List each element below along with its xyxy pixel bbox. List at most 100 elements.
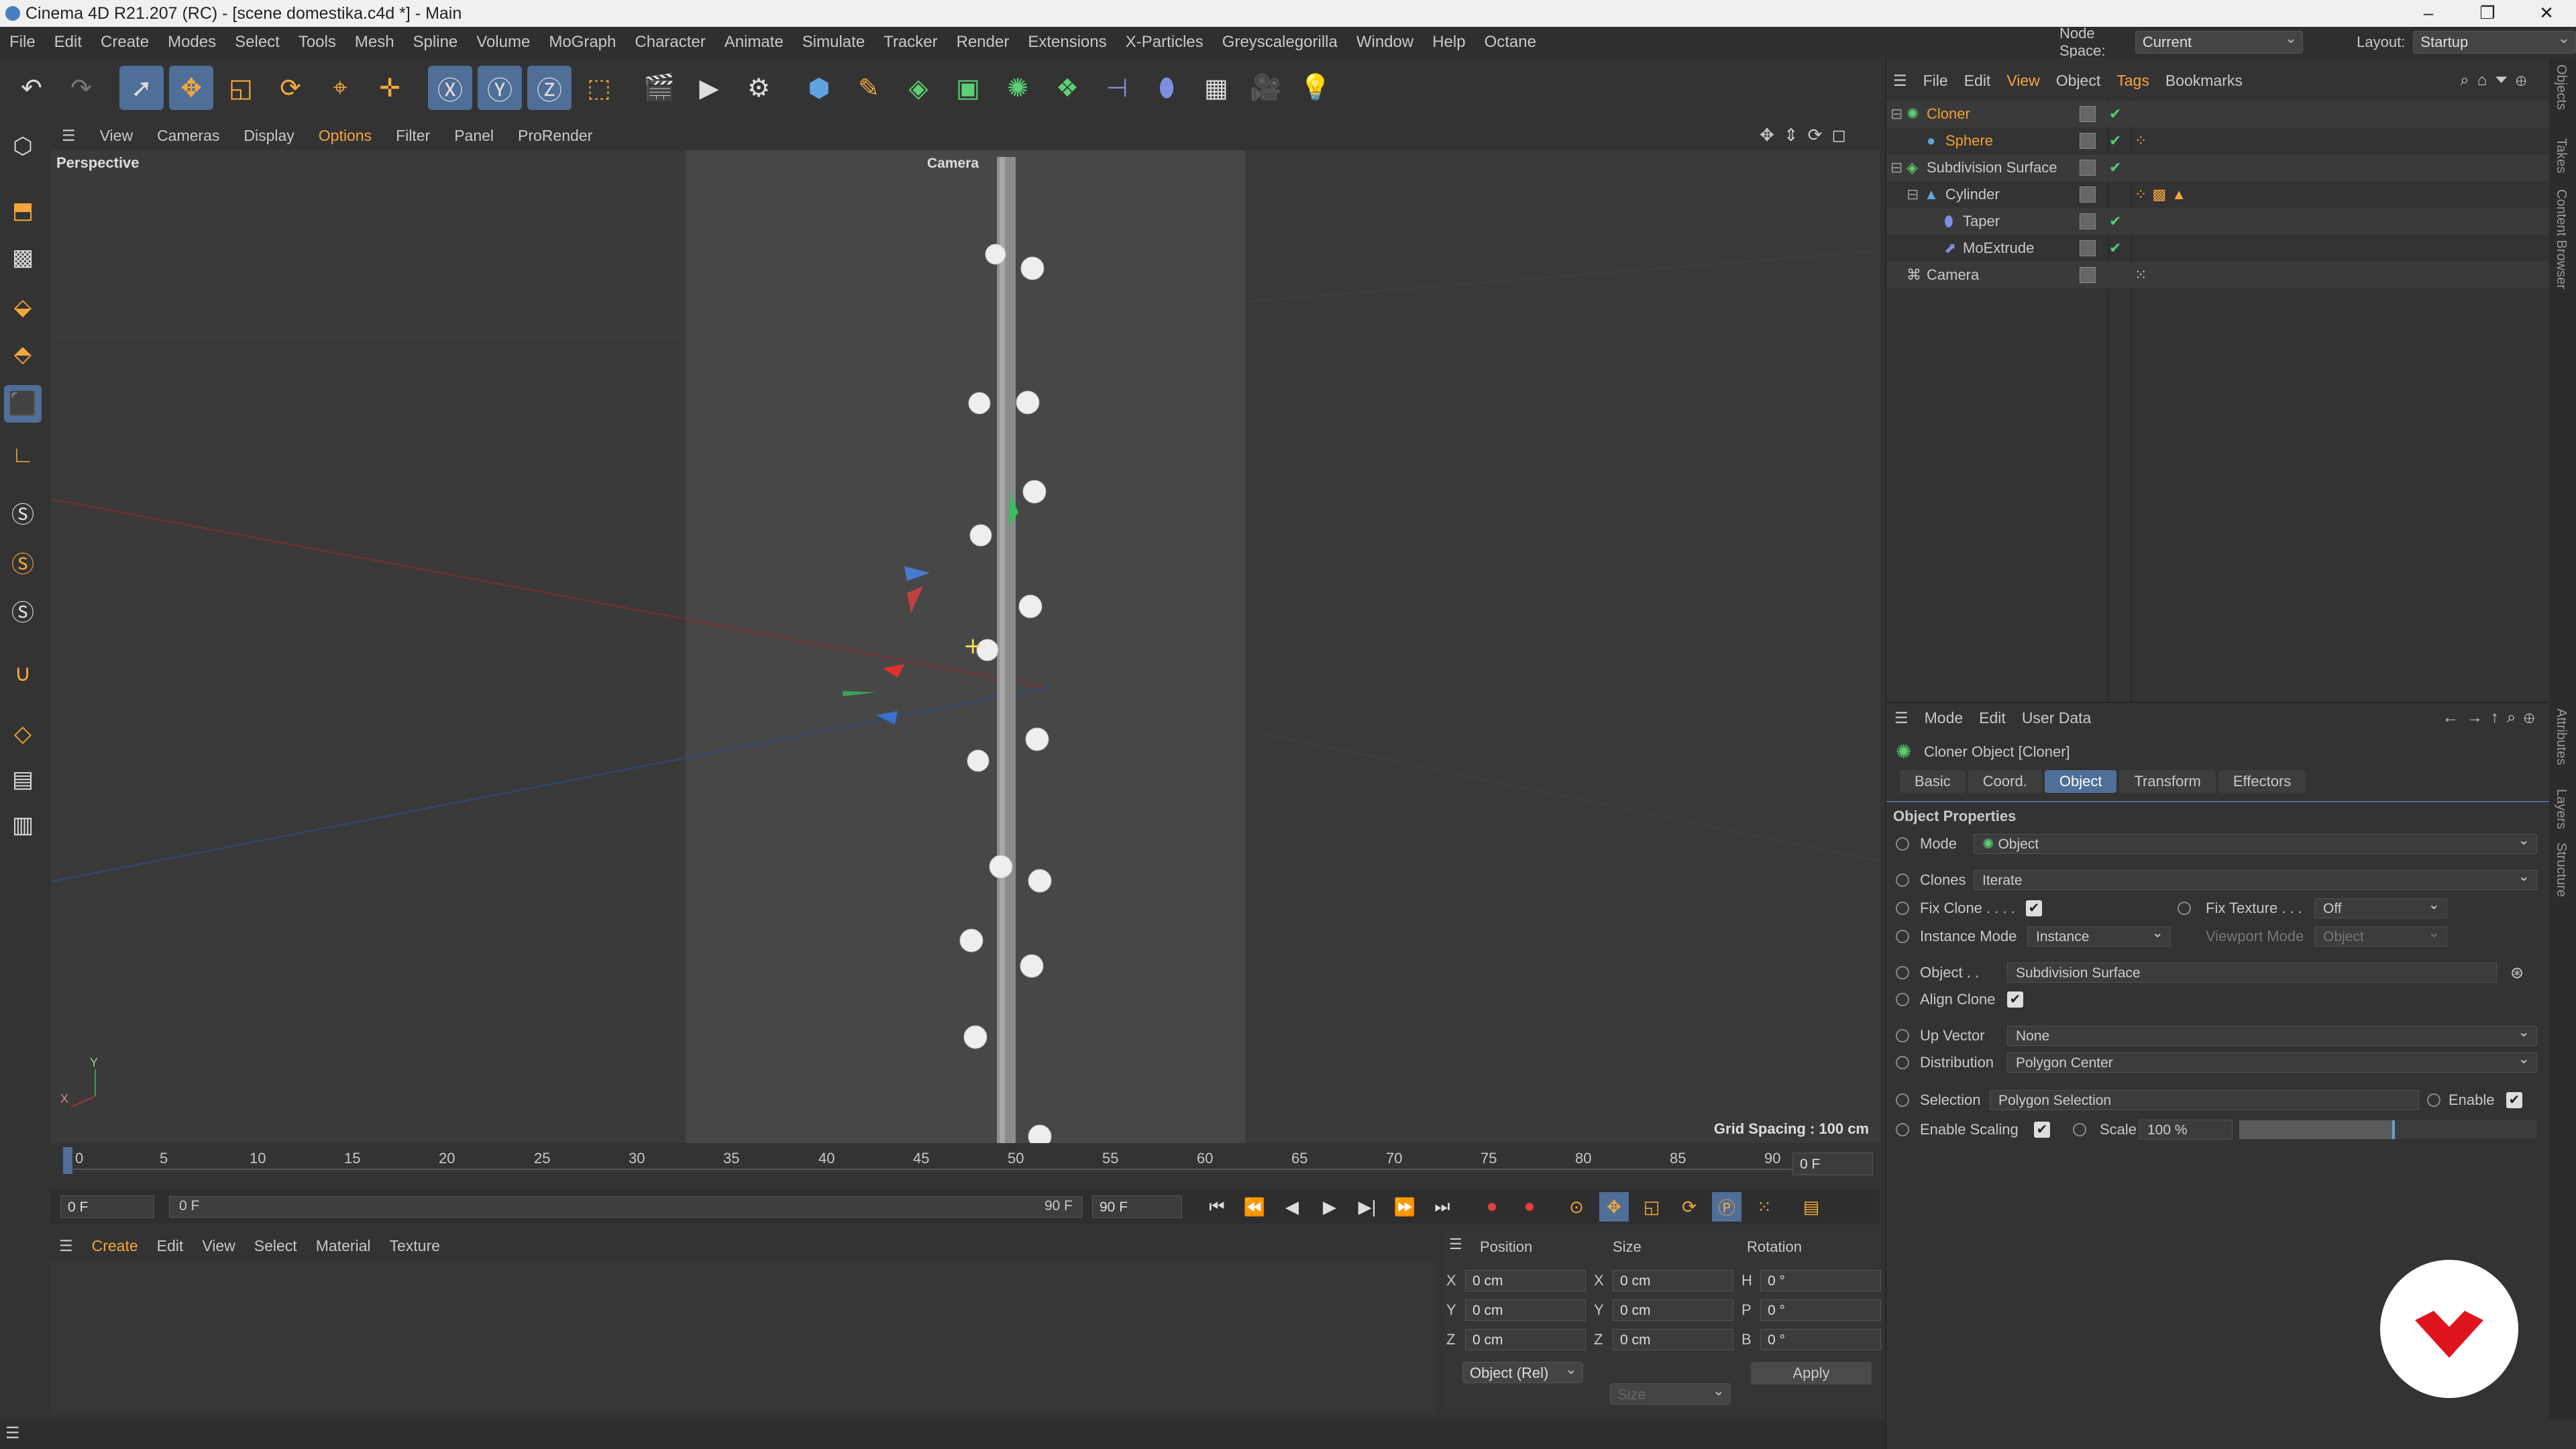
autokeying-icon[interactable]: ⏺ bbox=[1515, 1192, 1544, 1222]
viewport-menu-panel[interactable]: Panel bbox=[454, 127, 494, 145]
animate-radio-icon[interactable] bbox=[1896, 993, 1909, 1006]
rotation-key-icon[interactable]: ⟳ bbox=[1674, 1192, 1704, 1222]
timeline-ruler[interactable]: 0 5 10 15 20 25 30 35 40 45 50 55 60 65 … bbox=[51, 1143, 1880, 1190]
rotation-b-field[interactable]: 0 ° bbox=[1760, 1329, 1881, 1350]
viewport-menu-cameras[interactable]: Cameras bbox=[157, 127, 219, 145]
apply-button[interactable]: Apply bbox=[1751, 1362, 1872, 1385]
menu-volume[interactable]: Volume bbox=[476, 33, 530, 52]
phong-tag-icon[interactable]: ⁘ bbox=[2135, 132, 2147, 150]
hamburger-icon[interactable]: ☰ bbox=[62, 127, 76, 145]
layout-dropdown[interactable]: Startup bbox=[2413, 28, 2576, 54]
object-row[interactable]: ⊟ ▲ Cylinder ⁘▩▲ bbox=[1886, 181, 2549, 208]
minimize-button[interactable]: – bbox=[2399, 0, 2458, 27]
animate-radio-icon[interactable] bbox=[1896, 966, 1909, 979]
viewport-menu-filter[interactable]: Filter bbox=[396, 127, 430, 145]
animate-radio-icon[interactable] bbox=[2073, 1123, 2086, 1136]
tab-content-browser[interactable]: Content Browser bbox=[2553, 189, 2569, 289]
enabled-check-icon[interactable]: ✔ bbox=[2109, 105, 2121, 123]
editor-visibility-icon[interactable] bbox=[2080, 240, 2096, 256]
axis-mode-icon[interactable]: ∟ bbox=[4, 436, 42, 474]
menu-extensions[interactable]: Extensions bbox=[1028, 33, 1106, 52]
menu-modes[interactable]: Modes bbox=[168, 33, 216, 52]
position-z-field[interactable]: 0 cm bbox=[1465, 1329, 1586, 1350]
menu-help[interactable]: Help bbox=[1432, 33, 1465, 52]
object-row[interactable]: ● Sphere ✔ ⁘ bbox=[1886, 127, 2549, 154]
coordinate-system-icon[interactable]: ⬚ bbox=[577, 66, 621, 110]
transform-tool-icon[interactable]: ✛ bbox=[368, 66, 412, 110]
tab-layers[interactable]: Layers bbox=[2553, 789, 2569, 829]
pla-key-icon[interactable]: ⁙ bbox=[1750, 1192, 1779, 1222]
animate-radio-icon[interactable] bbox=[1896, 1029, 1909, 1042]
pick-target-icon[interactable]: ⊛ bbox=[2510, 963, 2524, 983]
floor-icon[interactable]: ▦ bbox=[1194, 66, 1238, 110]
menu-mesh[interactable]: Mesh bbox=[355, 33, 394, 52]
attr-menu-mode[interactable]: Mode bbox=[1925, 709, 1964, 727]
animate-radio-icon[interactable] bbox=[1896, 1056, 1909, 1069]
mat-menu-texture[interactable]: Texture bbox=[390, 1237, 440, 1255]
selection-field[interactable]: Polygon Selection bbox=[1990, 1090, 2419, 1110]
position-key-icon[interactable]: ✥ bbox=[1599, 1192, 1629, 1222]
om-menu-object[interactable]: Object bbox=[2056, 72, 2100, 90]
fix-clone-checkbox[interactable]: ✔ bbox=[2026, 900, 2042, 916]
snap-magnet-icon[interactable]: ∪ bbox=[4, 655, 42, 692]
om-toolbar-icons[interactable]: ⌕⌂⏷⊕ bbox=[2460, 71, 2534, 90]
mat-menu-material[interactable]: Material bbox=[316, 1237, 371, 1255]
tab-takes[interactable]: Takes bbox=[2553, 138, 2569, 173]
tab-transform[interactable]: Transform bbox=[2119, 770, 2216, 793]
om-menu-edit[interactable]: Edit bbox=[1964, 72, 1991, 90]
enable-scaling-checkbox[interactable]: ✔ bbox=[2034, 1122, 2050, 1138]
deformer-icon[interactable]: ⊣ bbox=[1095, 66, 1139, 110]
menu-select[interactable]: Select bbox=[235, 33, 280, 52]
animate-radio-icon[interactable] bbox=[1896, 902, 1909, 915]
menu-window[interactable]: Window bbox=[1356, 33, 1413, 52]
next-key-icon[interactable]: ⏩ bbox=[1390, 1192, 1419, 1222]
maximize-button[interactable]: ❐ bbox=[2458, 0, 2517, 27]
hamburger-icon[interactable]: ☰ bbox=[1893, 72, 1907, 90]
scale-tool-icon[interactable]: ◱ bbox=[219, 66, 263, 110]
enabled-check-icon[interactable]: ✔ bbox=[2109, 132, 2121, 150]
menu-animate[interactable]: Animate bbox=[724, 33, 784, 52]
pen-spline-icon[interactable]: ✎ bbox=[847, 66, 891, 110]
z-axis-lock-icon[interactable]: Ⓩ bbox=[527, 66, 572, 110]
scene-object-icon[interactable]: ⬮ bbox=[1144, 66, 1189, 110]
hamburger-icon[interactable]: ☰ bbox=[1894, 709, 1909, 727]
polygons-mode-icon[interactable]: ⬛ bbox=[4, 385, 42, 423]
scale-field[interactable]: 100 % bbox=[2139, 1120, 2233, 1140]
animate-radio-icon[interactable] bbox=[1896, 930, 1909, 943]
material-manager-area[interactable] bbox=[51, 1261, 1436, 1414]
mat-menu-edit[interactable]: Edit bbox=[157, 1237, 184, 1255]
tab-objects[interactable]: Objects bbox=[2553, 64, 2569, 110]
cloner-icon[interactable]: ✺ bbox=[996, 66, 1040, 110]
viewport-menu-prorender[interactable]: ProRender bbox=[518, 127, 592, 145]
tab-effectors[interactable]: Effectors bbox=[2218, 770, 2306, 793]
light-icon[interactable]: 💡 bbox=[1293, 66, 1338, 110]
render-view-icon[interactable]: 🎬 bbox=[637, 66, 682, 110]
enabled-check-icon[interactable]: ✔ bbox=[2109, 239, 2121, 257]
viewport-menu-view[interactable]: View bbox=[100, 127, 133, 145]
animate-radio-icon[interactable] bbox=[2178, 902, 2191, 915]
om-menu-tags[interactable]: Tags bbox=[2116, 72, 2149, 90]
status-menu-icon[interactable]: ☰ bbox=[5, 1424, 20, 1443]
animate-radio-icon[interactable] bbox=[1896, 1093, 1909, 1107]
extrude-generator-icon[interactable]: ▣ bbox=[946, 66, 990, 110]
camera-icon[interactable]: 🎥 bbox=[1244, 66, 1288, 110]
planar-workplane-icon[interactable]: ▥ bbox=[4, 806, 42, 844]
start-frame-field[interactable]: 0 F bbox=[60, 1195, 154, 1218]
x-axis-lock-icon[interactable]: Ⓧ bbox=[428, 66, 472, 110]
tab-basic[interactable]: Basic bbox=[1900, 770, 1966, 793]
tab-coord[interactable]: Coord. bbox=[1968, 770, 2042, 793]
object-tags-icon[interactable]: ⁘▩▲ bbox=[2135, 186, 2192, 203]
attr-menu-user-data[interactable]: User Data bbox=[2022, 709, 2092, 727]
viewport-nav-icons[interactable]: ✥⇕⟳◻ bbox=[1760, 125, 1856, 146]
end-frame-field[interactable]: 90 F bbox=[1092, 1195, 1182, 1218]
go-to-start-icon[interactable]: ⏮ bbox=[1202, 1192, 1232, 1222]
make-editable-icon[interactable]: ⬡ bbox=[4, 127, 42, 165]
fix-texture-dropdown[interactable]: Off bbox=[2314, 895, 2447, 918]
scale-key-icon[interactable]: ◱ bbox=[1637, 1192, 1666, 1222]
mode-dropdown[interactable]: ✺ Object bbox=[1974, 830, 2537, 854]
menu-edit[interactable]: Edit bbox=[54, 33, 82, 52]
menu-x-particles[interactable]: X-Particles bbox=[1126, 33, 1203, 52]
menu-character[interactable]: Character bbox=[635, 33, 705, 52]
tab-structure[interactable]: Structure bbox=[2553, 843, 2569, 897]
menu-spline[interactable]: Spline bbox=[413, 33, 458, 52]
